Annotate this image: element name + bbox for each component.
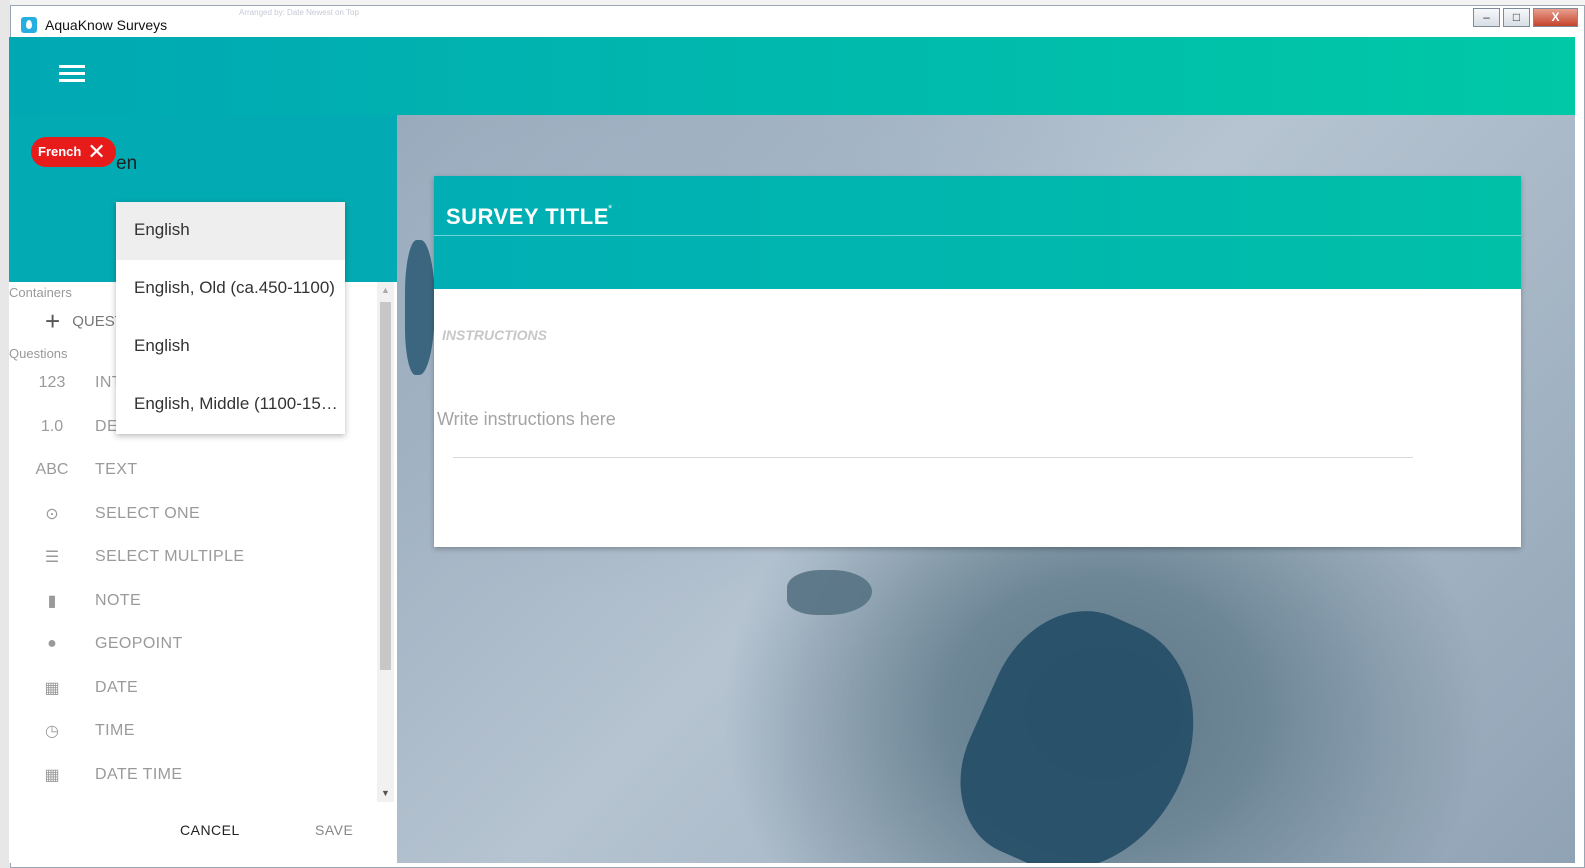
maximize-button[interactable]: □ [1503,8,1530,27]
hamburger-menu-icon[interactable] [59,65,85,85]
scroll-down-icon[interactable]: ▼ [377,785,394,802]
question-type-label: TEXT [95,461,138,478]
clock-icon: ◷ [45,723,59,740]
language-option[interactable]: English, Middle (1100-1500) [116,376,345,434]
radio-icon: ⊙ [45,506,59,523]
water-body [405,240,435,375]
language-option[interactable]: English [116,202,345,260]
instructions-label: INSTRUCTIONS [442,327,547,343]
survey-card-header: SURVEY TITLE * [434,176,1521,289]
plus-icon: + [45,306,61,336]
calendar-icon: ▦ [44,680,60,697]
faint-background-text: Arranged by: Date Newest on Top [239,8,359,17]
decimal-icon: 1.0 [40,418,64,435]
list-icon: ☰ [44,549,60,566]
required-mark: * [608,203,613,215]
language-suggestions: English English, Old (ca.450-1100) Engli… [116,202,345,434]
question-type-note[interactable]: ▮ NOTE [9,581,379,621]
language-option[interactable]: English [116,318,345,376]
question-type-label: GEOPOINT [95,635,183,652]
language-option[interactable]: English, Old (ca.450-1100) [116,260,345,318]
text-icon: ABC [35,461,69,478]
note-icon: ▮ [47,593,57,610]
question-type-label: SELECT ONE [95,505,201,522]
water-body [933,583,1231,863]
scrollbar-thumb[interactable] [380,302,391,670]
window-title: AquaKnow Surveys [45,17,168,33]
minimize-button[interactable]: – [1473,8,1500,27]
title-underline [434,235,1521,236]
window-controls: – □ X [1470,8,1578,27]
question-type-date-time[interactable]: ▦ DATE TIME [9,755,379,795]
survey-title[interactable]: SURVEY TITLE [446,204,609,230]
instructions-input[interactable] [437,404,1417,434]
chip-remove-icon[interactable]: ✕ [87,137,105,167]
globe-icon: ● [47,635,57,652]
survey-card: SURVEY TITLE * INSTRUCTIONS [434,176,1521,547]
app-header [9,37,1575,115]
save-button[interactable]: SAVE [315,822,353,838]
palette-scrollbar[interactable]: ▲ ▼ [377,282,394,802]
scroll-up-icon[interactable]: ▲ [377,282,394,299]
water-body [787,570,872,615]
question-type-time[interactable]: ◷ TIME [9,711,379,751]
question-type-label: SELECT MULTIPLE [95,548,245,565]
cancel-button[interactable]: CANCEL [180,822,240,838]
language-chip-label: French [38,144,82,159]
integer-icon: 123 [38,374,66,391]
calendar-icon: ▦ [44,767,60,784]
language-chip: French ✕ [31,137,116,167]
questions-label: Questions [9,346,68,361]
instructions-underline [453,457,1413,458]
question-type-select-multiple[interactable]: ☰ SELECT MULTIPLE [9,537,379,577]
question-type-select-one[interactable]: ⊙ SELECT ONE [9,494,379,534]
question-type-label: NOTE [95,592,142,609]
question-type-label: TIME [95,722,135,739]
palette-actions: CANCEL SAVE [9,802,397,863]
question-type-geopoint[interactable]: ● GEOPOINT [9,624,379,664]
question-type-text[interactable]: ABC TEXT [9,450,379,490]
close-button[interactable]: X [1533,8,1578,27]
containers-label: Containers [9,285,72,300]
language-search-input[interactable] [116,151,276,177]
question-type-label: DATE TIME [95,766,183,783]
question-type-date[interactable]: ▦ DATE [9,668,379,708]
water-drop-icon [21,17,37,33]
question-type-label: DATE [95,679,139,696]
